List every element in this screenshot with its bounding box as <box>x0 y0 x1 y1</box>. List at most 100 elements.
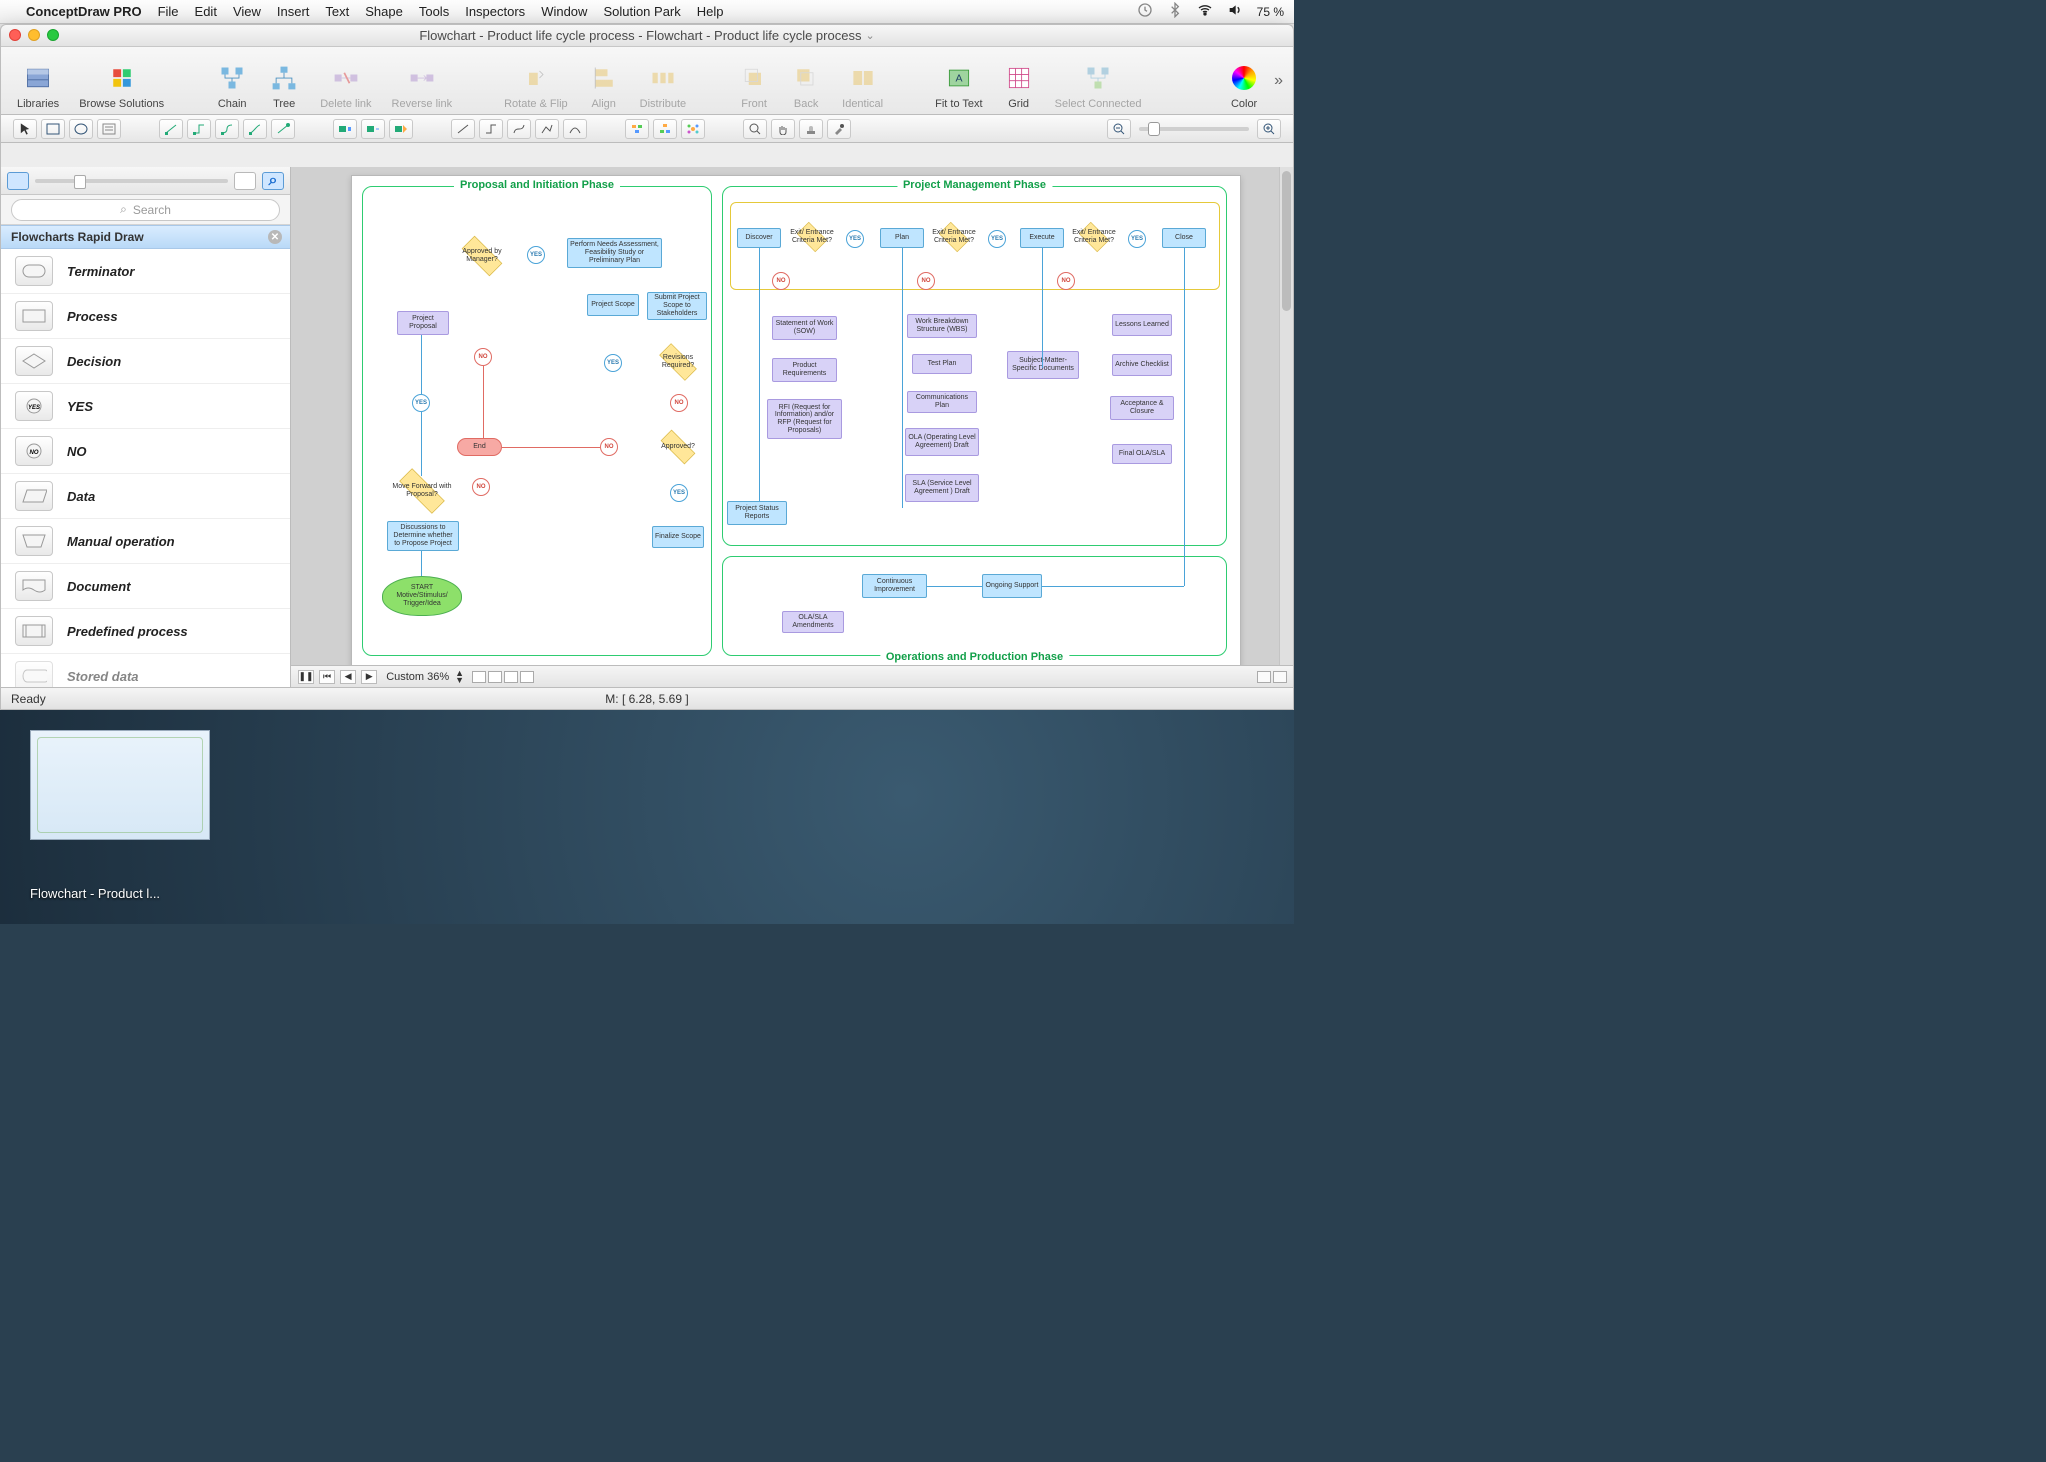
node-proposal[interactable]: Project Proposal <box>397 311 449 335</box>
window-zoom-button[interactable] <box>47 29 59 41</box>
toolbar-fit-to-text[interactable]: A Fit to Text <box>929 62 988 110</box>
node-close[interactable]: Close <box>1162 228 1206 248</box>
menu-file[interactable]: File <box>158 4 179 19</box>
node-crit-1[interactable]: Exit/ Entrance Criteria Met? <box>790 222 834 252</box>
rapid-draw-3[interactable] <box>389 119 413 139</box>
node-sow[interactable]: Statement of Work (SOW) <box>772 316 837 340</box>
page-pause-icon[interactable]: ❚❚ <box>298 670 314 684</box>
line-tool-5[interactable] <box>563 119 587 139</box>
node-wbs[interactable]: Work Breakdown Structure (WBS) <box>907 314 977 338</box>
library-section-header[interactable]: Flowcharts Rapid Draw ✕ <box>1 225 290 249</box>
node-crit-3[interactable]: Exit/ Entrance Criteria Met? <box>1072 222 1116 252</box>
stamp-tool[interactable] <box>799 119 823 139</box>
node-sla[interactable]: SLA (Service Level Agreement ) Draft <box>905 474 979 502</box>
connector-tool-3[interactable] <box>215 119 239 139</box>
shape-yes[interactable]: YESYES <box>1 384 290 429</box>
node-no-1[interactable]: NO <box>472 478 490 496</box>
node-yes-7[interactable]: YES <box>1128 230 1146 248</box>
node-discover[interactable]: Discover <box>737 228 781 248</box>
node-amend[interactable]: OLA/SLA Amendments <box>782 611 844 633</box>
drawing-canvas[interactable]: Proposal and Initiation Phase Project Ma… <box>351 175 1241 675</box>
panel-search-toggle[interactable]: ⌕ <box>262 172 284 190</box>
panel-view-grid[interactable] <box>234 172 256 190</box>
node-needs[interactable]: Perform Needs Assessment, Feasibility St… <box>567 238 662 268</box>
connector-tool-2[interactable] <box>187 119 211 139</box>
node-rfi[interactable]: RFI (Request for Information) and/or RFP… <box>767 399 842 439</box>
line-tool-4[interactable] <box>535 119 559 139</box>
panel-size-slider[interactable] <box>35 179 228 183</box>
node-start[interactable]: START Motive/Stimulus/ Trigger/Idea <box>382 576 462 616</box>
rapid-draw-1[interactable] <box>333 119 357 139</box>
connector-tool-5[interactable] <box>271 119 295 139</box>
node-submit[interactable]: Submit Project Scope to Stakeholders <box>647 292 707 320</box>
line-tool-2[interactable] <box>479 119 503 139</box>
node-lessons[interactable]: Lessons Learned <box>1112 314 1172 336</box>
node-no-3[interactable]: NO <box>670 394 688 412</box>
node-no-2[interactable]: NO <box>474 348 492 366</box>
node-ci[interactable]: Continuous Improvement <box>862 574 927 598</box>
node-execute[interactable]: Execute <box>1020 228 1064 248</box>
node-yes-2[interactable]: YES <box>527 246 545 264</box>
zoom-stepper-icon[interactable]: ▲▼ <box>455 670 464 684</box>
shape-decision[interactable]: Decision <box>1 339 290 384</box>
menu-solution-park[interactable]: Solution Park <box>603 4 680 19</box>
toolbar-overflow-icon[interactable]: » <box>1274 72 1283 110</box>
layout-tool-2[interactable] <box>653 119 677 139</box>
menu-insert[interactable]: Insert <box>277 4 310 19</box>
line-tool-3[interactable] <box>507 119 531 139</box>
canvas-vertical-scrollbar[interactable] <box>1279 167 1293 665</box>
menu-edit[interactable]: Edit <box>195 4 217 19</box>
node-yes-6[interactable]: YES <box>988 230 1006 248</box>
volume-icon[interactable] <box>1227 2 1243 21</box>
menu-tools[interactable]: Tools <box>419 4 449 19</box>
shape-stored-data[interactable]: Stored data <box>1 654 290 687</box>
node-finalize[interactable]: Finalize Scope <box>652 526 704 548</box>
window-close-button[interactable] <box>9 29 21 41</box>
shape-terminator[interactable]: Terminator <box>1 249 290 294</box>
eyedropper-tool[interactable] <box>827 119 851 139</box>
zoom-tool[interactable] <box>743 119 767 139</box>
app-name[interactable]: ConceptDraw PRO <box>26 4 142 19</box>
node-finalola[interactable]: Final OLA/SLA <box>1112 444 1172 464</box>
window-minimize-button[interactable] <box>28 29 40 41</box>
node-approved[interactable]: Approved by Manager? <box>452 241 512 271</box>
toolbar-color[interactable]: Color <box>1222 62 1266 110</box>
rapid-draw-2[interactable] <box>361 119 385 139</box>
shape-no[interactable]: NONO <box>1 429 290 474</box>
node-forward[interactable]: Move Forward with Proposal? <box>387 476 457 506</box>
node-psr[interactable]: Project Status Reports <box>727 501 787 525</box>
shape-predefined[interactable]: Predefined process <box>1 609 290 654</box>
line-tool-1[interactable] <box>451 119 475 139</box>
zoom-slider[interactable] <box>1139 127 1249 131</box>
node-support[interactable]: Ongoing Support <box>982 574 1042 598</box>
history-icon[interactable] <box>1137 2 1153 21</box>
node-yes-4[interactable]: YES <box>670 484 688 502</box>
title-dropdown-icon[interactable]: ⌄ <box>865 29 874 42</box>
shape-document[interactable]: Document <box>1 564 290 609</box>
node-smd[interactable]: Subject-Matter-Specific Documents <box>1007 351 1079 379</box>
node-end[interactable]: End <box>457 438 502 456</box>
node-testplan[interactable]: Test Plan <box>912 354 972 374</box>
rectangle-tool[interactable] <box>41 119 65 139</box>
node-yes-1[interactable]: YES <box>412 394 430 412</box>
toolbar-browse-solutions[interactable]: Browse Solutions <box>73 62 170 110</box>
bluetooth-icon[interactable] <box>1167 2 1183 21</box>
library-search-input[interactable]: ⌕ Search <box>11 199 280 221</box>
connector-tool-4[interactable] <box>243 119 267 139</box>
node-no-6[interactable]: NO <box>917 272 935 290</box>
node-scope[interactable]: Project Scope <box>587 294 639 316</box>
node-revisions[interactable]: Revisions Required? <box>650 348 706 376</box>
node-approved2[interactable]: Approved? <box>652 434 704 460</box>
menu-view[interactable]: View <box>233 4 261 19</box>
menu-window[interactable]: Window <box>541 4 587 19</box>
layout-tool-3[interactable] <box>681 119 705 139</box>
layout-tool-1[interactable] <box>625 119 649 139</box>
node-discussions[interactable]: Discussions to Determine whether to Prop… <box>387 521 459 551</box>
wifi-icon[interactable] <box>1197 2 1213 21</box>
view-mode-buttons[interactable] <box>1257 671 1287 683</box>
shape-process[interactable]: Process <box>1 294 290 339</box>
page-thumbnails[interactable] <box>472 671 534 683</box>
hand-tool[interactable] <box>771 119 795 139</box>
node-plan[interactable]: Plan <box>880 228 924 248</box>
zoom-out-button[interactable] <box>1107 119 1131 139</box>
